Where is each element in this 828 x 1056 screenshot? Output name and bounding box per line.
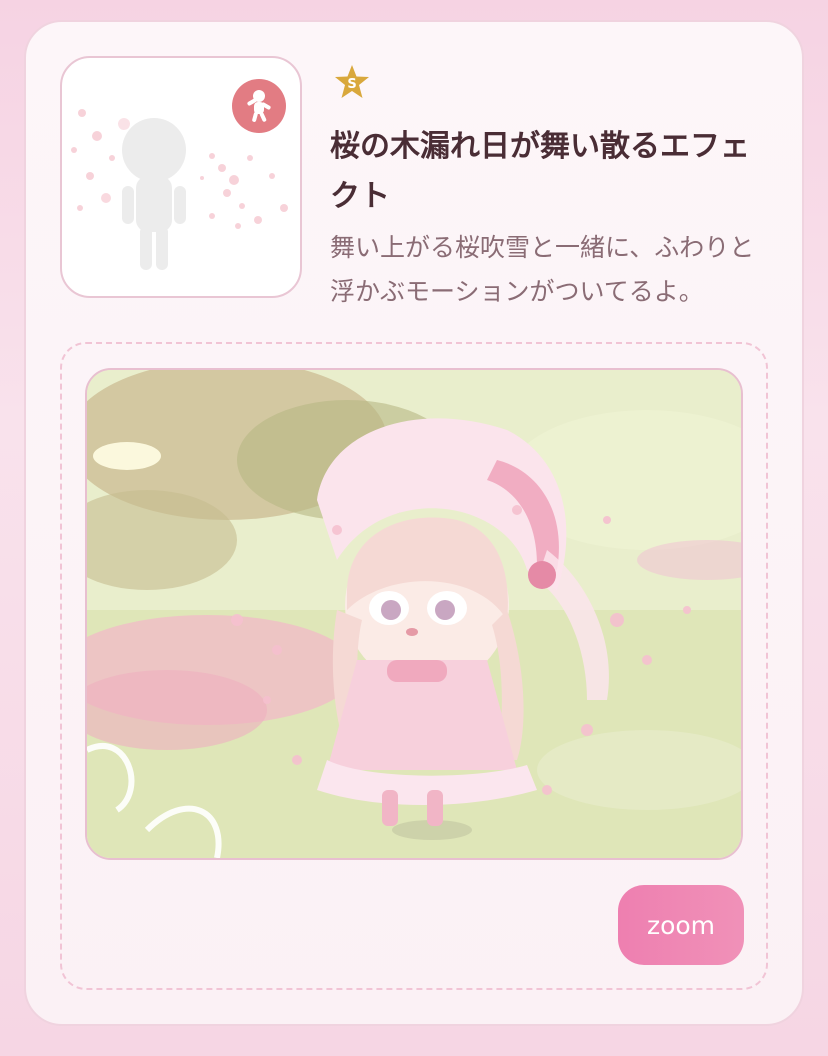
star-icon: S xyxy=(335,65,369,98)
item-title: 桜の木漏れ日が舞い散るエフェクト xyxy=(330,129,750,214)
motion-badge xyxy=(232,79,286,133)
avatar-preview[interactable] xyxy=(85,368,743,860)
rank-badge: S xyxy=(334,64,370,100)
avatar-preview-illustration xyxy=(87,370,741,858)
zoom-button[interactable]: zoom xyxy=(618,885,744,965)
motion-icon xyxy=(247,90,271,122)
item-description: 舞い上がる桜吹雪と一緒に、ふわりと浮かぶモーションがついてるよ。 xyxy=(330,233,755,306)
rank-label: S xyxy=(347,77,356,92)
